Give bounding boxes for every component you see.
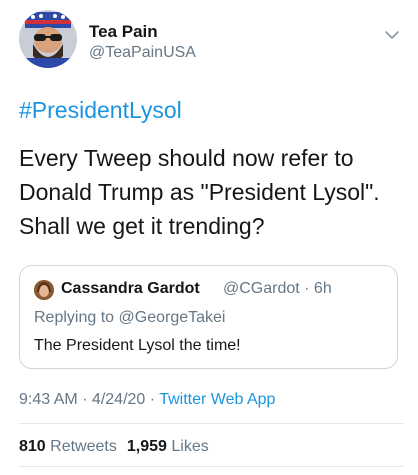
author-avatar[interactable] [19,10,77,68]
tweet-meta: 9:43 AM · 4/24/20 · Twitter Web App [19,391,275,409]
tweet-stats: 810 Retweets 1,959 Likes [19,438,209,456]
quoted-avatar-icon [34,280,54,300]
quoted-tweet[interactable]: Cassandra Gardot @CGardot · 6h Replying … [19,265,398,369]
author-name[interactable]: Tea Pain [89,22,158,42]
author-handle[interactable]: @TeaPainUSA [89,44,196,62]
tweet-body: Every Tweep should now refer to Donald T… [19,145,380,239]
likes-stat[interactable]: 1,959 Likes [127,438,209,455]
tweet-source[interactable]: Twitter Web App [159,391,275,408]
retweets-label: Retweets [50,438,117,455]
quoted-avatar[interactable] [34,280,54,300]
quoted-text: The President Lysol the time! [34,337,241,354]
quoted-author-name: Cassandra Gardot [61,280,200,297]
replying-prefix: Replying to [34,309,119,326]
likes-label: Likes [171,438,209,455]
quoted-handle-time: @CGardot · 6h [223,280,332,297]
chevron-down-icon[interactable] [383,26,401,44]
profile-avatar-icon [19,10,77,68]
tweet-header: Tea Pain @TeaPainUSA [19,10,404,72]
hashtag-link[interactable]: #PresidentLysol [19,97,182,124]
tweet-timestamp[interactable]: 9:43 AM · 4/24/20 · [19,391,159,408]
retweets-stat[interactable]: 810 Retweets [19,438,117,455]
quoted-replying-to: Replying to @GeorgeTakei [34,309,225,327]
divider [19,423,404,424]
replying-mention: @GeorgeTakei [118,309,226,326]
divider [19,466,404,467]
retweets-count: 810 [19,438,46,455]
likes-count: 1,959 [126,438,167,455]
